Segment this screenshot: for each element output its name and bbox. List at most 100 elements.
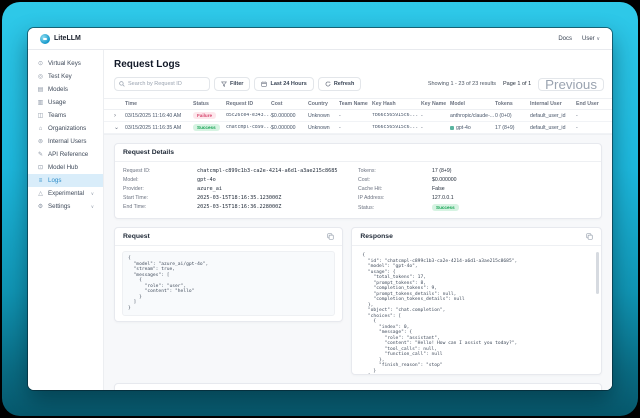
ip-address-value: 127.0.0.1 [432,195,454,201]
cell-team-name: - [339,113,372,119]
cell-key-name: - [421,113,450,119]
sidebar-item-internal-users[interactable]: ⊚ Internal Users [28,135,103,148]
cell-key-name: - [421,125,450,131]
logs-icon: ≡ [37,178,44,184]
page-indicator: Page 1 of 1 [503,81,531,87]
col-key-hash[interactable]: Key Hash [372,101,421,107]
chevron-down-icon: ∨ [91,191,94,197]
time-range-button-label: Last 24 Hours [270,81,306,87]
response-panel: Response { "id": "chatcmpl-c899c1b3-ca2e… [351,227,602,375]
model-value: gpt-4o [197,177,216,183]
sidebar-item-teams[interactable]: ◫ Teams [28,109,103,122]
sidebar-item-label: Logs [48,177,61,184]
litellm-logo-icon [40,34,50,44]
model-provider-icon [450,126,454,130]
request-panel: Request { "model": "azure_ai/gpt-4o", "s… [114,227,343,322]
cell-end-user: - [576,125,612,131]
table-row[interactable]: › 03/15/2025 11:16:40 AM Failure d5c26ce… [104,110,612,122]
col-country[interactable]: Country [308,101,339,107]
top-navbar: LiteLLM Docs User ∨ [28,28,612,50]
col-time[interactable]: Time [125,101,193,107]
col-model[interactable]: Model [450,101,495,107]
cell-time: 03/15/2025 11:16:40 AM [125,113,193,119]
sidebar-item-test-key[interactable]: ◎ Test Key [28,70,103,83]
col-request-id[interactable]: Request ID [226,101,271,107]
logs-table-header: Time Status Request ID Cost Country Team… [104,98,612,110]
copy-icon[interactable] [327,233,334,240]
sidebar-item-logs[interactable]: ≡ Logs [28,174,103,187]
sidebar-item-settings[interactable]: ⚙ Settings ∨ [28,200,103,213]
sidebar-item-label: Internal Users [48,138,87,145]
model-hub-icon: ⊡ [37,164,44,171]
page-title: Request Logs [114,59,612,70]
docs-link[interactable]: Docs [558,36,572,42]
request-panel-title: Request [123,233,150,240]
col-status[interactable]: Status [193,101,226,107]
refresh-button[interactable]: Refresh [318,77,361,91]
cell-request-id: chatcmpl-c899... [226,125,271,130]
previous-page-button[interactable]: Previous [538,78,604,91]
results-count: Showing 1 - 23 of 23 results [428,81,496,87]
request-json: { "model": "azure_ai/gpt-4o", "stream": … [122,251,335,316]
sidebar-item-models[interactable]: ▤ Models [28,83,103,96]
col-key-name[interactable]: Key Name [421,101,450,107]
sidebar-item-label: Teams [48,112,66,119]
sidebar-item-api-reference[interactable]: ✎ API Reference [28,148,103,161]
desktop-background: LiteLLM Docs User ∨ ⊙ Virtual Keys ◎ Tes… [0,0,640,418]
sidebar-item-label: Model Hub [48,164,78,171]
copy-icon[interactable] [586,233,593,240]
response-scrollbar[interactable] [596,252,599,294]
model-label: Model: [123,177,197,183]
col-cost[interactable]: Cost [271,101,308,107]
cell-cost: $0.000000 [271,125,308,131]
teams-icon: ◫ [37,112,44,119]
cell-tokens: 17 (8+9) [495,125,530,131]
cell-key-hash: fb66c565915c6... [372,125,421,130]
chevron-down-icon: ∨ [596,36,600,42]
request-id-value: chatcmpl-c899c1b3-ca2e-4214-a6d1-a3ae215… [197,168,338,174]
time-range-button[interactable]: Last 24 Hours [254,77,313,91]
chevron-down-icon: ∨ [91,204,94,210]
col-internal-user[interactable]: Internal User [530,101,576,107]
sidebar-item-usage[interactable]: ▥ Usage [28,96,103,109]
sidebar-item-organizations[interactable]: ⌂ Organizations [28,122,103,135]
search-input-wrapper [114,77,210,91]
col-end-user[interactable]: End User [576,101,612,107]
key-icon: ⊙ [37,60,44,67]
cache-hit-label: Cache Hit: [358,186,432,192]
response-panel-title: Response [360,233,392,240]
filter-button-label: Filter [230,81,243,87]
test-key-icon: ◎ [37,73,44,80]
organizations-icon: ⌂ [37,126,44,132]
sidebar-item-experimental[interactable]: △ Experimental ∨ [28,187,103,200]
user-menu[interactable]: User ∨ [582,36,600,42]
expand-row-icon[interactable]: › [114,113,125,119]
col-team-name[interactable]: Team Name [339,101,372,107]
cost-label: Cost: [358,177,432,183]
search-input[interactable] [128,81,205,87]
status-badge: Failure [193,112,226,119]
usage-chart-icon: ▥ [37,99,44,106]
sidebar-item-virtual-keys[interactable]: ⊙ Virtual Keys [28,57,103,70]
end-time-value: 2025-03-15T18:16:36.228000Z [197,204,281,210]
cell-model: gpt-4o [450,125,495,131]
request-details-title: Request Details [123,149,174,156]
filter-icon [221,81,227,87]
sidebar-item-label: Settings [48,203,70,210]
sidebar-item-label: Virtual Keys [48,60,81,67]
cost-value: $0.000000 [432,177,457,183]
pagination: Showing 1 - 23 of 23 results Page 1 of 1… [428,78,604,91]
navbar-right: Docs User ∨ [558,36,600,42]
collapse-row-icon[interactable]: ⌄ [114,124,125,131]
models-icon: ▤ [37,86,44,93]
metadata-card: Metadata [114,383,602,390]
filter-button[interactable]: Filter [214,77,250,91]
col-tokens[interactable]: Tokens [495,101,530,107]
cell-team-name: - [339,125,372,131]
request-id-label: Request ID: [123,168,197,174]
table-row-expanded[interactable]: ⌄ 03/15/2025 11:16:35 AM Success chatcmp… [104,122,612,134]
sidebar-item-model-hub[interactable]: ⊡ Model Hub [28,161,103,174]
toolbar: Filter Last 24 Hours Refresh Showing 1 -… [114,77,604,91]
provider-label: Provider: [123,186,197,192]
sidebar-item-label: Usage [48,99,66,106]
